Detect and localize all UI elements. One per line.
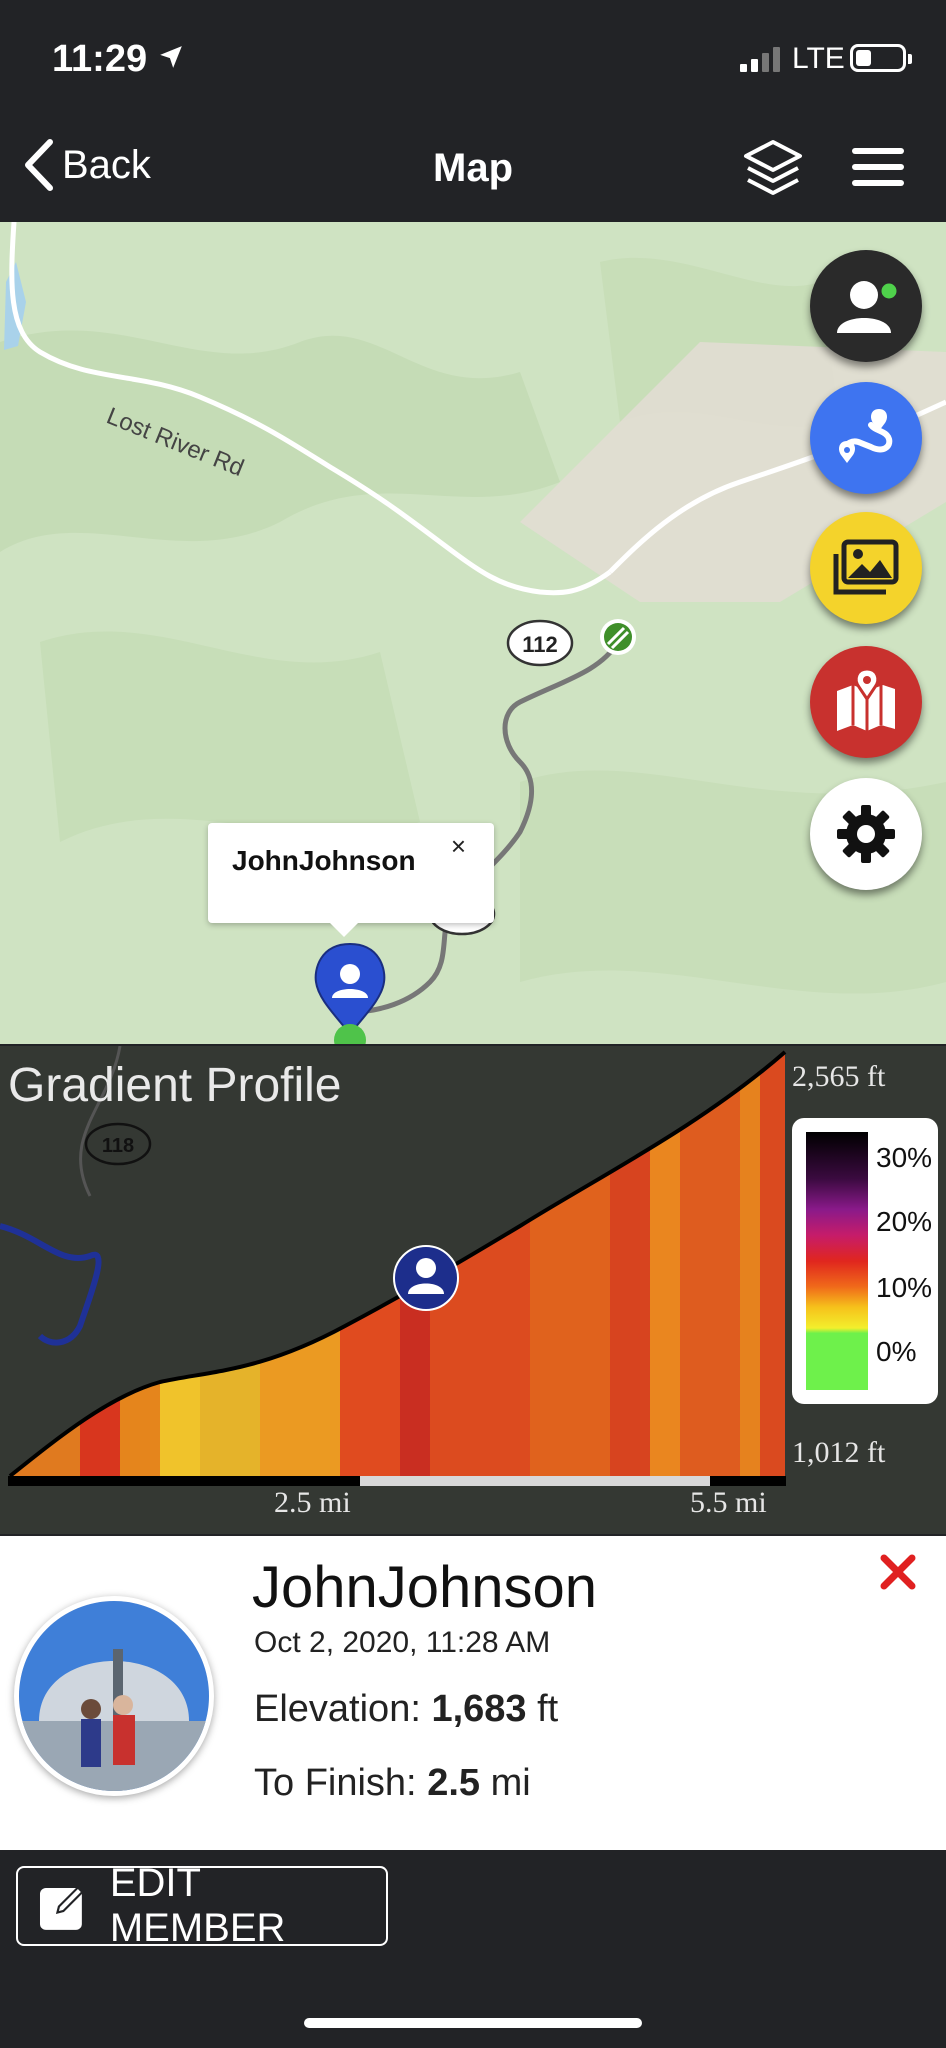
- location-arrow-icon: [160, 46, 182, 68]
- gallery-icon: [833, 539, 899, 595]
- elevation-unit: ft: [537, 1688, 559, 1730]
- popup-close-button[interactable]: ×: [451, 831, 466, 862]
- bottom-bar: EDIT MEMBER: [0, 1850, 946, 2048]
- map-pin-icon: [837, 667, 895, 731]
- edit-icon: [39, 1884, 86, 1930]
- elevation-max-label: 2,565 ft: [792, 1060, 886, 1093]
- gradient-profile-title: Gradient Profile: [8, 1059, 342, 1112]
- legend-20: 20%: [876, 1206, 933, 1237]
- signal-icon: [740, 46, 780, 72]
- status-bar: 11:29 LTE: [0, 0, 946, 120]
- home-indicator: [304, 2018, 642, 2028]
- gradient-color-bar: [806, 1132, 868, 1390]
- route-icon: [839, 409, 893, 463]
- legend-10: 10%: [876, 1272, 933, 1303]
- finish-label: To Finish:: [254, 1762, 417, 1804]
- avatar: [14, 1596, 214, 1796]
- edit-member-label: EDIT MEMBER: [109, 1861, 286, 1950]
- profile-member-marker[interactable]: [393, 1245, 459, 1311]
- network-label: LTE: [792, 42, 845, 75]
- battery-icon: [850, 44, 912, 72]
- maps-button[interactable]: [810, 646, 922, 758]
- elevation-value: 1,683: [431, 1688, 527, 1730]
- to-finish-row: To Finish: 2.5 mi: [254, 1762, 531, 1805]
- edit-member-button[interactable]: EDIT MEMBER: [16, 1861, 388, 1950]
- member-timestamp: Oct 2, 2020, 11:28 AM: [254, 1626, 551, 1659]
- member-popup[interactable]: JohnJohnson ×: [208, 823, 494, 937]
- route-shield-112: 112: [522, 632, 558, 657]
- legend-0: 0%: [876, 1336, 917, 1367]
- map-view[interactable]: Lost River Rd 112 JohnJohnson ×: [0, 222, 946, 1044]
- status-time: 11:29: [52, 38, 148, 80]
- elevation-min-label: 1,012 ft: [792, 1436, 886, 1469]
- gradient-legend: 30% 20% 10% 0%: [792, 1118, 938, 1404]
- members-button[interactable]: [810, 250, 922, 362]
- hamburger-menu-icon[interactable]: [850, 144, 906, 190]
- layers-icon[interactable]: [740, 136, 806, 202]
- route-shield-118: 118: [102, 1135, 134, 1157]
- photos-button[interactable]: [810, 512, 922, 624]
- member-name: JohnJohnson: [252, 1555, 598, 1620]
- popup-member-name: JohnJohnson: [232, 845, 416, 876]
- legend-30: 30%: [876, 1142, 933, 1173]
- finish-unit: mi: [490, 1762, 531, 1804]
- finish-value: 2.5: [427, 1762, 481, 1804]
- settings-button[interactable]: [810, 778, 922, 890]
- member-info-card: JohnJohnson Oct 2, 2020, 11:28 AM Elevat…: [0, 1536, 946, 1850]
- x-label-end: 5.5 mi: [690, 1486, 767, 1519]
- nav-bar: Back Map: [0, 120, 946, 222]
- close-icon[interactable]: [878, 1552, 918, 1592]
- elevation-row: Elevation: 1,683 ft: [254, 1688, 558, 1731]
- route-button[interactable]: [810, 382, 922, 494]
- elevation-label: Elevation:: [254, 1688, 421, 1730]
- person-icon: [837, 280, 900, 333]
- x-label-start: 2.5 mi: [274, 1486, 351, 1519]
- gear-icon: [837, 805, 895, 863]
